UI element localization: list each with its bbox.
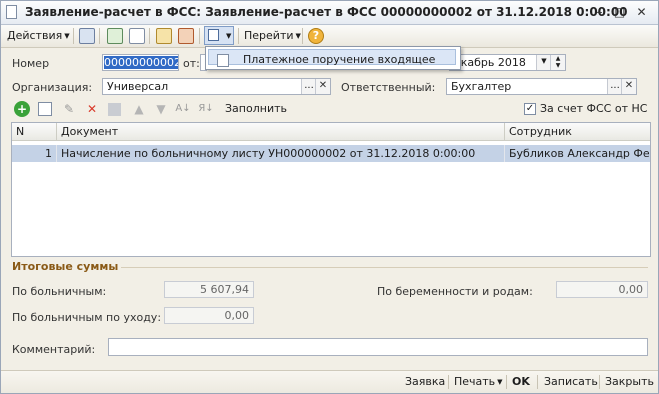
application-button[interactable]: Заявка — [405, 375, 445, 388]
create-based-on-button[interactable]: ▼ — [204, 26, 234, 45]
document-window: Заявление-расчет в ФСС: Заявление-расчет… — [0, 0, 659, 394]
toolbar-separator — [99, 28, 100, 44]
toolbar-separator — [149, 28, 150, 44]
column-header-document[interactable]: Документ — [57, 123, 505, 141]
save-button[interactable]: Записать — [544, 375, 598, 388]
employees-table: N Документ Сотрудник 1 Начисление по бол… — [11, 122, 651, 257]
period-field[interactable]: екабрь 2018 ▼ ▲ ▼ — [449, 54, 566, 71]
payment-order-icon — [217, 54, 229, 67]
organization-clear-icon[interactable]: ✕ — [315, 79, 330, 94]
number-label: Номер — [12, 57, 50, 70]
goto-label: Перейти — [244, 29, 294, 42]
dropdown-arrow-icon: ▼ — [226, 32, 232, 40]
copy-document-icon[interactable] — [129, 28, 145, 44]
responsible-value: Бухгалтер — [451, 80, 512, 93]
actions-menu[interactable]: Действия ▼ — [7, 27, 70, 45]
refresh-icon[interactable] — [107, 28, 123, 44]
comment-label: Комментарий: — [12, 343, 96, 356]
bottom-separator — [506, 375, 507, 389]
end-edit-icon[interactable] — [108, 103, 121, 116]
minimize-button[interactable]: – — [591, 4, 608, 20]
print-menu[interactable]: Печать ▼ — [454, 375, 503, 388]
title-bar: Заявление-расчет в ФСС: Заявление-расчет… — [1, 1, 658, 25]
post-document-icon[interactable] — [79, 28, 95, 44]
period-spin-icon[interactable]: ▲ ▼ — [550, 55, 565, 70]
fill-button[interactable]: Заполнить — [225, 102, 287, 115]
print-label: Печать — [454, 375, 496, 388]
bottom-separator — [448, 375, 449, 389]
toolbar: Действия ▼ ▼ Перейти ▼ ? — [1, 25, 658, 48]
popup-item-label: Платежное поручение входящее — [243, 53, 436, 66]
from-label: от: — [183, 57, 200, 70]
cell-n: 1 — [12, 145, 57, 162]
sick-amount-field: 5 607,94 — [164, 281, 254, 298]
fss-checkbox-label: За счет ФСС от НС — [540, 102, 648, 115]
dropdown-arrow-icon: ▼ — [497, 378, 503, 386]
sort-desc-icon[interactable]: Я↓ — [198, 101, 214, 117]
toolbar-separator — [238, 28, 239, 44]
goto-menu[interactable]: Перейти ▼ — [244, 27, 301, 45]
create-based-popup: Платежное поручение входящее — [205, 46, 461, 70]
organization-field[interactable]: Универсал ... ✕ — [102, 78, 331, 95]
bottom-separator — [599, 375, 600, 389]
help-icon[interactable]: ? — [308, 28, 324, 44]
close-button[interactable]: Закрыть — [605, 375, 654, 388]
cell-employee: Бубликов Александр Фед... — [509, 147, 650, 160]
dropdown-arrow-icon: ▼ — [64, 32, 70, 40]
period-dropdown-icon[interactable]: ▼ — [536, 55, 551, 70]
number-field[interactable]: 00000000002 — [102, 54, 179, 71]
section-divider — [121, 267, 648, 268]
restore-button[interactable]: □ — [611, 4, 628, 20]
edit-row-icon[interactable]: ✎ — [61, 101, 77, 117]
column-header-employee[interactable]: Сотрудник — [505, 123, 650, 141]
sort-asc-icon[interactable]: A↓ — [175, 101, 191, 117]
document-icon — [6, 5, 17, 19]
close-window-button[interactable]: ✕ — [633, 4, 650, 20]
responsible-select-icon[interactable]: ... — [607, 79, 622, 94]
care-amount-field: 0,00 — [164, 307, 254, 324]
sick-label: По больничным: — [12, 285, 107, 298]
delete-row-icon[interactable]: ✕ — [84, 101, 100, 117]
move-down-icon[interactable]: ▼ — [153, 101, 169, 117]
responsible-field[interactable]: Бухгалтер ... ✕ — [446, 78, 637, 95]
toolbar-separator — [302, 28, 303, 44]
comment-field[interactable] — [108, 338, 648, 356]
add-row-icon[interactable]: + — [14, 101, 30, 117]
cell-document: Начисление по больничному листу УН000000… — [57, 145, 505, 162]
popup-item-incoming-payment[interactable]: Платежное поручение входящее — [208, 49, 456, 67]
structure-icon[interactable] — [178, 28, 194, 44]
table-row[interactable]: 1 Начисление по больничному листу УН0000… — [12, 145, 650, 162]
toolbar-separator — [73, 28, 74, 44]
organization-label: Организация: — [12, 81, 93, 94]
organization-value: Универсал — [107, 80, 169, 93]
copy-row-icon[interactable] — [38, 102, 52, 116]
bottom-separator — [537, 375, 538, 389]
care-label: По больничным по уходу: — [12, 311, 162, 324]
ok-button[interactable]: OK — [512, 375, 530, 388]
organization-select-icon[interactable]: ... — [301, 79, 316, 94]
responsible-clear-icon[interactable]: ✕ — [621, 79, 636, 94]
period-value: екабрь 2018 — [454, 56, 526, 69]
maternity-label: По беременности и родам: — [377, 285, 533, 298]
movements-icon[interactable] — [156, 28, 172, 44]
create-based-icon — [208, 29, 219, 41]
responsible-label: Ответственный: — [341, 81, 436, 94]
bottom-bar: Заявка Печать ▼ OK Записать Закрыть — [1, 370, 658, 393]
column-header-n[interactable]: N — [12, 123, 57, 141]
maternity-amount-field: 0,00 — [556, 281, 648, 298]
toolbar-separator — [199, 28, 200, 44]
dropdown-arrow-icon: ▼ — [295, 32, 301, 40]
totals-section-title: Итоговые суммы — [12, 260, 119, 273]
move-up-icon[interactable]: ▲ — [131, 101, 147, 117]
actions-label: Действия — [7, 29, 63, 42]
number-value: 00000000002 — [104, 56, 179, 69]
window-title: Заявление-расчет в ФСС: Заявление-расчет… — [25, 5, 628, 19]
fss-checkbox[interactable]: ✓ — [524, 103, 536, 115]
